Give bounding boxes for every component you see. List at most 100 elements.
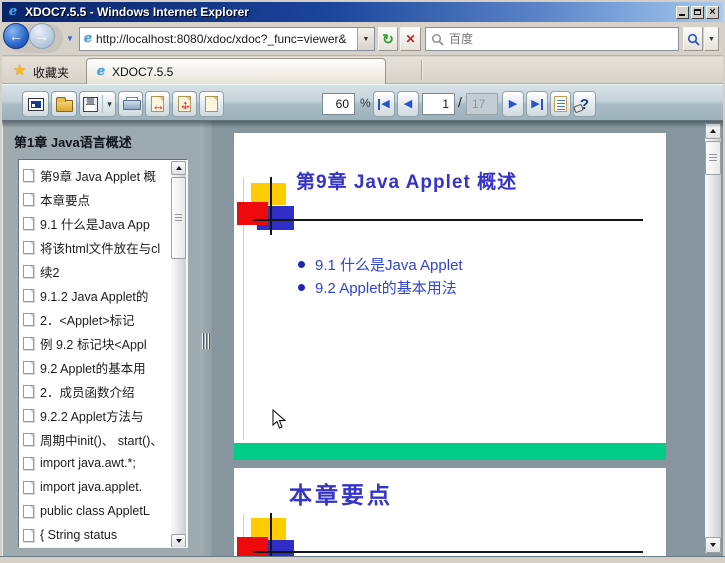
previous-page-button[interactable]: ◀ — [397, 91, 419, 117]
back-button[interactable]: ← — [3, 23, 29, 49]
ie-logo-icon: e — [8, 4, 18, 19]
search-input[interactable] — [449, 32, 678, 46]
tree-item[interactable]: 将该html文件放在与cl — [23, 235, 171, 259]
favorites-star-icon[interactable]: ★ — [13, 61, 26, 79]
browser-tab[interactable]: e XDOC7.5.5 — [86, 58, 386, 84]
tree-item[interactable]: 9.2 Applet的基本用 — [23, 355, 171, 379]
divider — [102, 95, 104, 113]
open-folder-icon — [55, 96, 73, 112]
page-icon — [23, 264, 34, 278]
tree-item[interactable]: 2．<Applet>标记 — [23, 307, 171, 331]
open-button[interactable] — [51, 91, 77, 117]
window-border-bottom — [0, 556, 725, 563]
decor-square-red — [237, 202, 268, 225]
chevron-down-icon: ▼ — [66, 34, 74, 43]
slide1-bullet-2: 9.2 Applet的基本用法 — [315, 280, 457, 297]
close-icon: × — [709, 6, 716, 18]
next-page-icon: ▶ — [508, 97, 518, 110]
window-panel-icon — [27, 97, 44, 111]
sidebar-header: 第1章 Java语言概述 — [14, 135, 132, 150]
decor-vertical-line — [270, 177, 272, 235]
current-page-input[interactable] — [422, 93, 455, 115]
slide2-title: 本章要点 — [289, 482, 393, 509]
scroll-up-button[interactable] — [171, 161, 186, 175]
tree-item[interactable]: 本章要点 — [23, 187, 171, 211]
window-border-left — [0, 0, 2, 563]
tree-item[interactable]: 9.1 什么是Java App — [23, 211, 171, 235]
maximize-icon — [694, 9, 701, 15]
save-button[interactable]: ▾ — [79, 91, 116, 117]
close-button[interactable]: × — [706, 5, 719, 19]
window-border-top — [0, 0, 725, 2]
page-separator: / — [458, 94, 462, 110]
tree-item[interactable]: 2．成员函数介绍 — [23, 379, 171, 403]
scrollbar-track[interactable] — [705, 123, 721, 553]
title-bar: e XDOC7.5.5 - Windows Internet Explorer … — [2, 2, 723, 22]
maximize-button[interactable] — [691, 5, 704, 19]
sidebar-splitter[interactable] — [200, 121, 212, 556]
page-icon — [205, 96, 218, 112]
search-icon — [432, 33, 444, 46]
tree-scrollbar — [171, 161, 186, 547]
thumbnail-panel-button[interactable] — [22, 91, 49, 117]
stop-button[interactable]: ✕ — [400, 27, 421, 51]
minimize-button[interactable] — [676, 5, 689, 19]
percent-label: % — [360, 96, 371, 110]
decor-vertical-line — [270, 513, 272, 556]
tree-item[interactable]: 续2 — [23, 259, 171, 283]
decor-horizontal-line — [253, 551, 643, 553]
page-icon — [23, 216, 34, 230]
url-input[interactable] — [96, 32, 357, 46]
tree-item[interactable]: import java.awt.*; — [23, 451, 171, 475]
recent-pages-dropdown[interactable]: ▼ — [66, 34, 74, 43]
fit-page-button[interactable]: ↔ ↕ — [172, 91, 197, 117]
page-icon — [23, 168, 34, 182]
page-icon — [23, 312, 34, 326]
scroll-down-button[interactable] — [171, 534, 186, 547]
slide-page-2: 本章要点 — [234, 468, 666, 556]
first-page-button[interactable]: ◀ — [373, 91, 395, 117]
url-dropdown-button[interactable]: ▼ — [357, 28, 374, 50]
save-dropdown-icon[interactable]: ▾ — [107, 99, 112, 110]
arrow-up-icon — [710, 126, 716, 133]
arrow-up-icon — [175, 163, 182, 170]
document-text-icon — [554, 96, 567, 112]
bullet-icon — [298, 284, 305, 291]
bullet-icon — [298, 261, 305, 268]
search-options-dropdown[interactable]: ▼ — [704, 27, 719, 51]
scrollbar-thumb[interactable] — [171, 177, 186, 259]
tree-item[interactable]: public class AppletL — [23, 499, 171, 523]
next-page-button[interactable]: ▶ — [502, 91, 524, 117]
scrollbar-thumb[interactable] — [705, 141, 721, 175]
page-icon — [23, 360, 34, 374]
zoom-level-input[interactable] — [322, 93, 355, 115]
favorites-tab-bar: ★ 收藏夹 e XDOC7.5.5 — [2, 57, 723, 84]
text-view-button[interactable] — [550, 91, 571, 117]
single-page-button[interactable] — [199, 91, 224, 117]
first-page-icon — [378, 98, 381, 110]
page-icon — [23, 432, 34, 446]
tree-item[interactable]: 第9章 Java Applet 概 — [23, 163, 171, 187]
tree-item[interactable]: 9.2.2 Applet方法与 — [23, 403, 171, 427]
last-page-icon — [540, 98, 543, 110]
arrow-down-icon — [175, 539, 182, 546]
total-pages-field — [466, 93, 498, 115]
splitter-grip-icon — [202, 333, 210, 349]
tree-item[interactable]: import java.applet. — [23, 475, 171, 499]
scroll-up-button[interactable] — [705, 123, 721, 139]
content-area: 第1章 Java语言概述 第9章 Java Applet 概 本章要点 9.1 … — [2, 121, 723, 556]
help-button[interactable]: ? — [573, 91, 596, 117]
scroll-down-button[interactable] — [705, 537, 721, 553]
tree-item[interactable]: 周期中init()、 start()、 — [23, 427, 171, 451]
tree-item[interactable]: 例 9.2 标记块<Appl — [23, 331, 171, 355]
tree-item[interactable]: 9.1.2 Java Applet的 — [23, 283, 171, 307]
favorites-label[interactable]: 收藏夹 — [33, 64, 69, 81]
tree-item[interactable]: { String status — [23, 523, 171, 547]
search-go-button[interactable] — [683, 27, 703, 51]
print-button[interactable] — [118, 91, 143, 117]
fit-width-button[interactable]: ↔ — [145, 91, 170, 117]
forward-button[interactable]: → — [29, 23, 55, 49]
help-icon: ? — [579, 95, 590, 113]
refresh-button[interactable]: ↻ — [378, 27, 398, 51]
last-page-button[interactable]: ▶ — [526, 91, 548, 117]
